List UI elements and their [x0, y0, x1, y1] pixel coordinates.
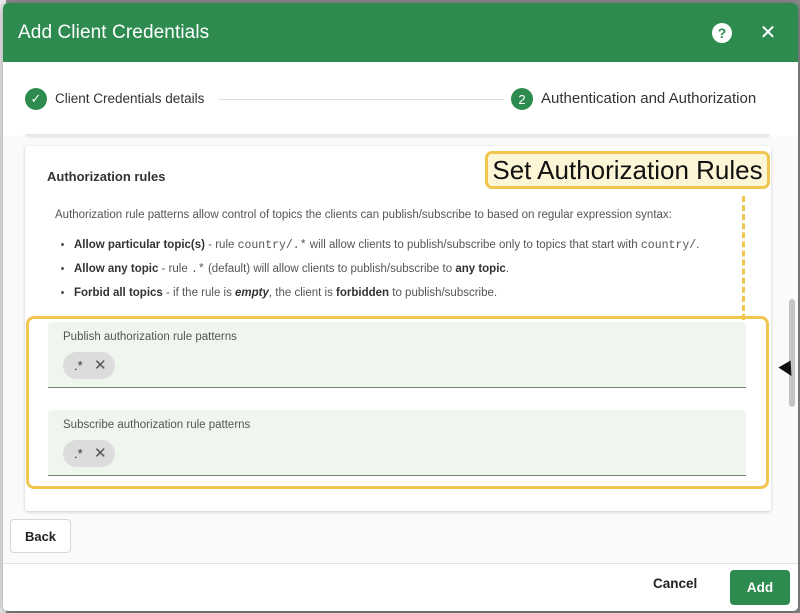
publish-patterns-field[interactable]: Publish authorization rule patterns .* ✕	[48, 322, 746, 388]
remove-chip-icon[interactable]: ✕	[94, 444, 107, 462]
remove-chip-icon[interactable]: ✕	[94, 356, 107, 374]
add-button[interactable]: Add	[730, 570, 790, 605]
chip-label: .*	[74, 446, 83, 461]
rules-list: Allow particular topic(s) - rule country…	[74, 236, 714, 307]
step-number-icon[interactable]: 2	[511, 88, 533, 110]
pattern-chip[interactable]: .* ✕	[63, 352, 115, 379]
check-icon[interactable]: ✓	[25, 88, 47, 110]
card-title: Authorization rules	[47, 169, 166, 184]
previous-card-edge	[25, 134, 770, 136]
annotation-callout: Set Authorization Rules	[485, 151, 770, 189]
close-icon[interactable]: ✕	[757, 21, 779, 44]
cancel-button[interactable]: Cancel	[653, 576, 697, 591]
rule-item: Allow particular topic(s) - rule country…	[74, 236, 714, 255]
add-client-credentials-dialog: Add Client Credentials ? ✕ ✓ Client Cred…	[3, 3, 798, 611]
authorization-rules-card: Authorization rules Set Authorization Ru…	[25, 146, 771, 511]
dialog-title: Add Client Credentials	[18, 21, 210, 43]
chip-label: .*	[74, 358, 83, 373]
rule-item: Allow any topic - rule .* (default) will…	[74, 260, 714, 279]
field-label: Subscribe authorization rule patterns	[63, 419, 251, 431]
field-label: Publish authorization rule patterns	[63, 331, 237, 343]
back-button[interactable]: Back	[10, 519, 71, 553]
step-label-auth[interactable]: Authentication and Authorization	[541, 90, 756, 107]
rules-description: Authorization rule patterns allow contro…	[55, 209, 672, 221]
step-label-details[interactable]: Client Credentials details	[55, 91, 204, 106]
dialog-header: Add Client Credentials ? ✕	[3, 3, 798, 62]
stepper: ✓ Client Credentials details 2 Authentic…	[3, 62, 798, 138]
step-connector	[219, 99, 504, 100]
help-icon[interactable]: ?	[712, 23, 732, 43]
dialog-footer: Cancel Add	[3, 563, 798, 611]
subscribe-patterns-field[interactable]: Subscribe authorization rule patterns .*…	[48, 410, 746, 476]
scrollbar-thumb[interactable]	[789, 299, 795, 407]
pattern-chip[interactable]: .* ✕	[63, 440, 115, 467]
annotation-connector	[742, 196, 745, 320]
rule-item: Forbid all topics - if the rule is empty…	[74, 284, 714, 302]
